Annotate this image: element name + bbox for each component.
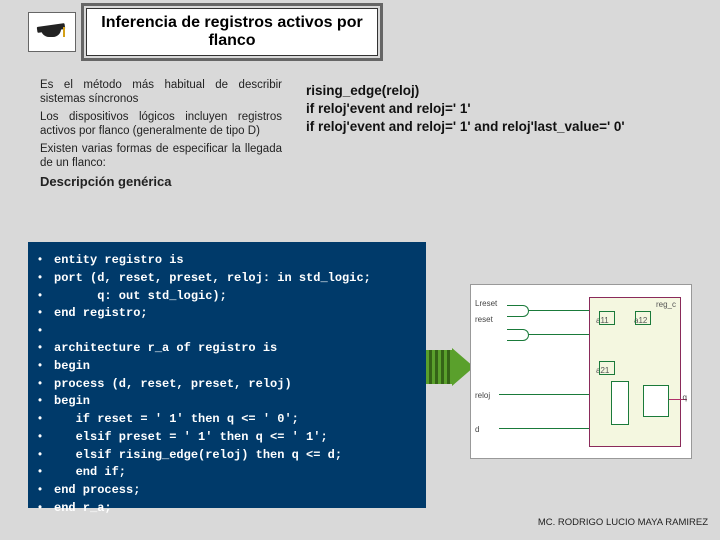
code-line: • elsif preset = ' 1' then q <= ' 1'; xyxy=(38,429,412,447)
bullet-icon: • xyxy=(38,358,54,375)
code-line: •begin xyxy=(38,393,412,411)
code-line: •process (d, reset, preset, reloj) xyxy=(38,376,412,394)
code-text: end registro; xyxy=(54,305,148,323)
code-line: • end if; xyxy=(38,464,412,482)
code-line: • q: out std_logic); xyxy=(38,288,412,306)
inner-box-2 xyxy=(635,311,651,325)
code-line: • xyxy=(38,323,412,340)
code-line: •end registro; xyxy=(38,305,412,323)
code-text: architecture r_a of registro is xyxy=(54,340,277,358)
intro-p1: Es el método más habitual de describir s… xyxy=(40,78,282,107)
bullet-icon: • xyxy=(38,447,54,464)
pin-reset: reset xyxy=(475,315,493,324)
bullet-icon: • xyxy=(38,270,54,287)
intro-subheading: Descripción genérica xyxy=(40,174,282,190)
intro-p3: Existen varias formas de especificar la … xyxy=(40,142,282,171)
bullet-icon: • xyxy=(38,288,54,305)
schematic-diagram: Lreset reset reloj d reg_c a11 a12 a21 q xyxy=(470,284,692,459)
bullet-icon: • xyxy=(38,376,54,393)
vhdl-code-panel: •entity registro is•port (d, reset, pres… xyxy=(28,242,426,508)
bullet-icon: • xyxy=(38,411,54,428)
pin-reloj: reloj xyxy=(475,391,490,400)
code-line: •architecture r_a of registro is xyxy=(38,340,412,358)
inner-box-3 xyxy=(599,361,615,375)
code-line: •port (d, reset, preset, reloj: in std_l… xyxy=(38,270,412,288)
bullet-icon: • xyxy=(38,482,54,499)
page-title: Inferencia de registros activos por flan… xyxy=(86,8,378,56)
bullet-icon: • xyxy=(38,252,54,269)
code-text: begin xyxy=(54,358,90,376)
pin-lreset: Lreset xyxy=(475,299,497,308)
code-text: begin xyxy=(54,393,90,411)
author-credit: MC. RODRIGO LUCIO MAYA RAMIREZ xyxy=(538,517,708,528)
code-line: •end process; xyxy=(38,482,412,500)
inner-box-1 xyxy=(599,311,615,325)
intro-text: Es el método más habitual de describir s… xyxy=(40,78,282,191)
code-text: if reset = ' 1' then q <= ' 0'; xyxy=(54,411,299,429)
code-text: end r_a; xyxy=(54,500,112,518)
edge-line-2: if reloj'event and reloj=' 1' xyxy=(306,100,625,118)
pin-d: d xyxy=(475,425,479,434)
code-text: port (d, reset, preset, reloj: in std_lo… xyxy=(54,270,371,288)
bullet-icon: • xyxy=(38,340,54,357)
pin-q: q xyxy=(683,393,687,402)
code-list: •entity registro is•port (d, reset, pres… xyxy=(38,252,412,518)
edge-line-1: rising_edge(reloj) xyxy=(306,82,625,100)
rising-edge-examples: rising_edge(reloj) if reloj'event and re… xyxy=(306,78,625,191)
and-gate-2 xyxy=(507,329,529,341)
logo-graduation-cap xyxy=(28,12,76,52)
bullet-icon: • xyxy=(38,464,54,481)
code-text: elsif rising_edge(reloj) then q <= d; xyxy=(54,447,342,465)
bullet-icon: • xyxy=(38,305,54,322)
code-line: • if reset = ' 1' then q <= ' 0'; xyxy=(38,411,412,429)
flipflop-block xyxy=(643,385,669,417)
and-gate-1 xyxy=(507,305,529,317)
bullet-icon: • xyxy=(38,500,54,517)
edge-line-3: if reloj'event and reloj=' 1' and reloj'… xyxy=(306,118,625,136)
code-text: process (d, reset, preset, reloj) xyxy=(54,376,292,394)
bullet-icon: • xyxy=(38,393,54,410)
code-line: •entity registro is xyxy=(38,252,412,270)
code-text: end if; xyxy=(54,464,126,482)
block-name: reg_c xyxy=(656,300,676,309)
intro-p2: Los dispositivos lógicos incluyen regist… xyxy=(40,110,282,139)
mux-block xyxy=(611,381,629,425)
code-text: elsif preset = ' 1' then q <= ' 1'; xyxy=(54,429,328,447)
code-line: •end r_a; xyxy=(38,500,412,518)
code-line: •begin xyxy=(38,358,412,376)
code-text: q: out std_logic); xyxy=(54,288,227,306)
bullet-icon: • xyxy=(38,429,54,446)
bullet-icon: • xyxy=(38,323,54,340)
code-text: end process; xyxy=(54,482,140,500)
code-line: • elsif rising_edge(reloj) then q <= d; xyxy=(38,447,412,465)
arrow-icon xyxy=(426,350,472,384)
code-text: entity registro is xyxy=(54,252,184,270)
